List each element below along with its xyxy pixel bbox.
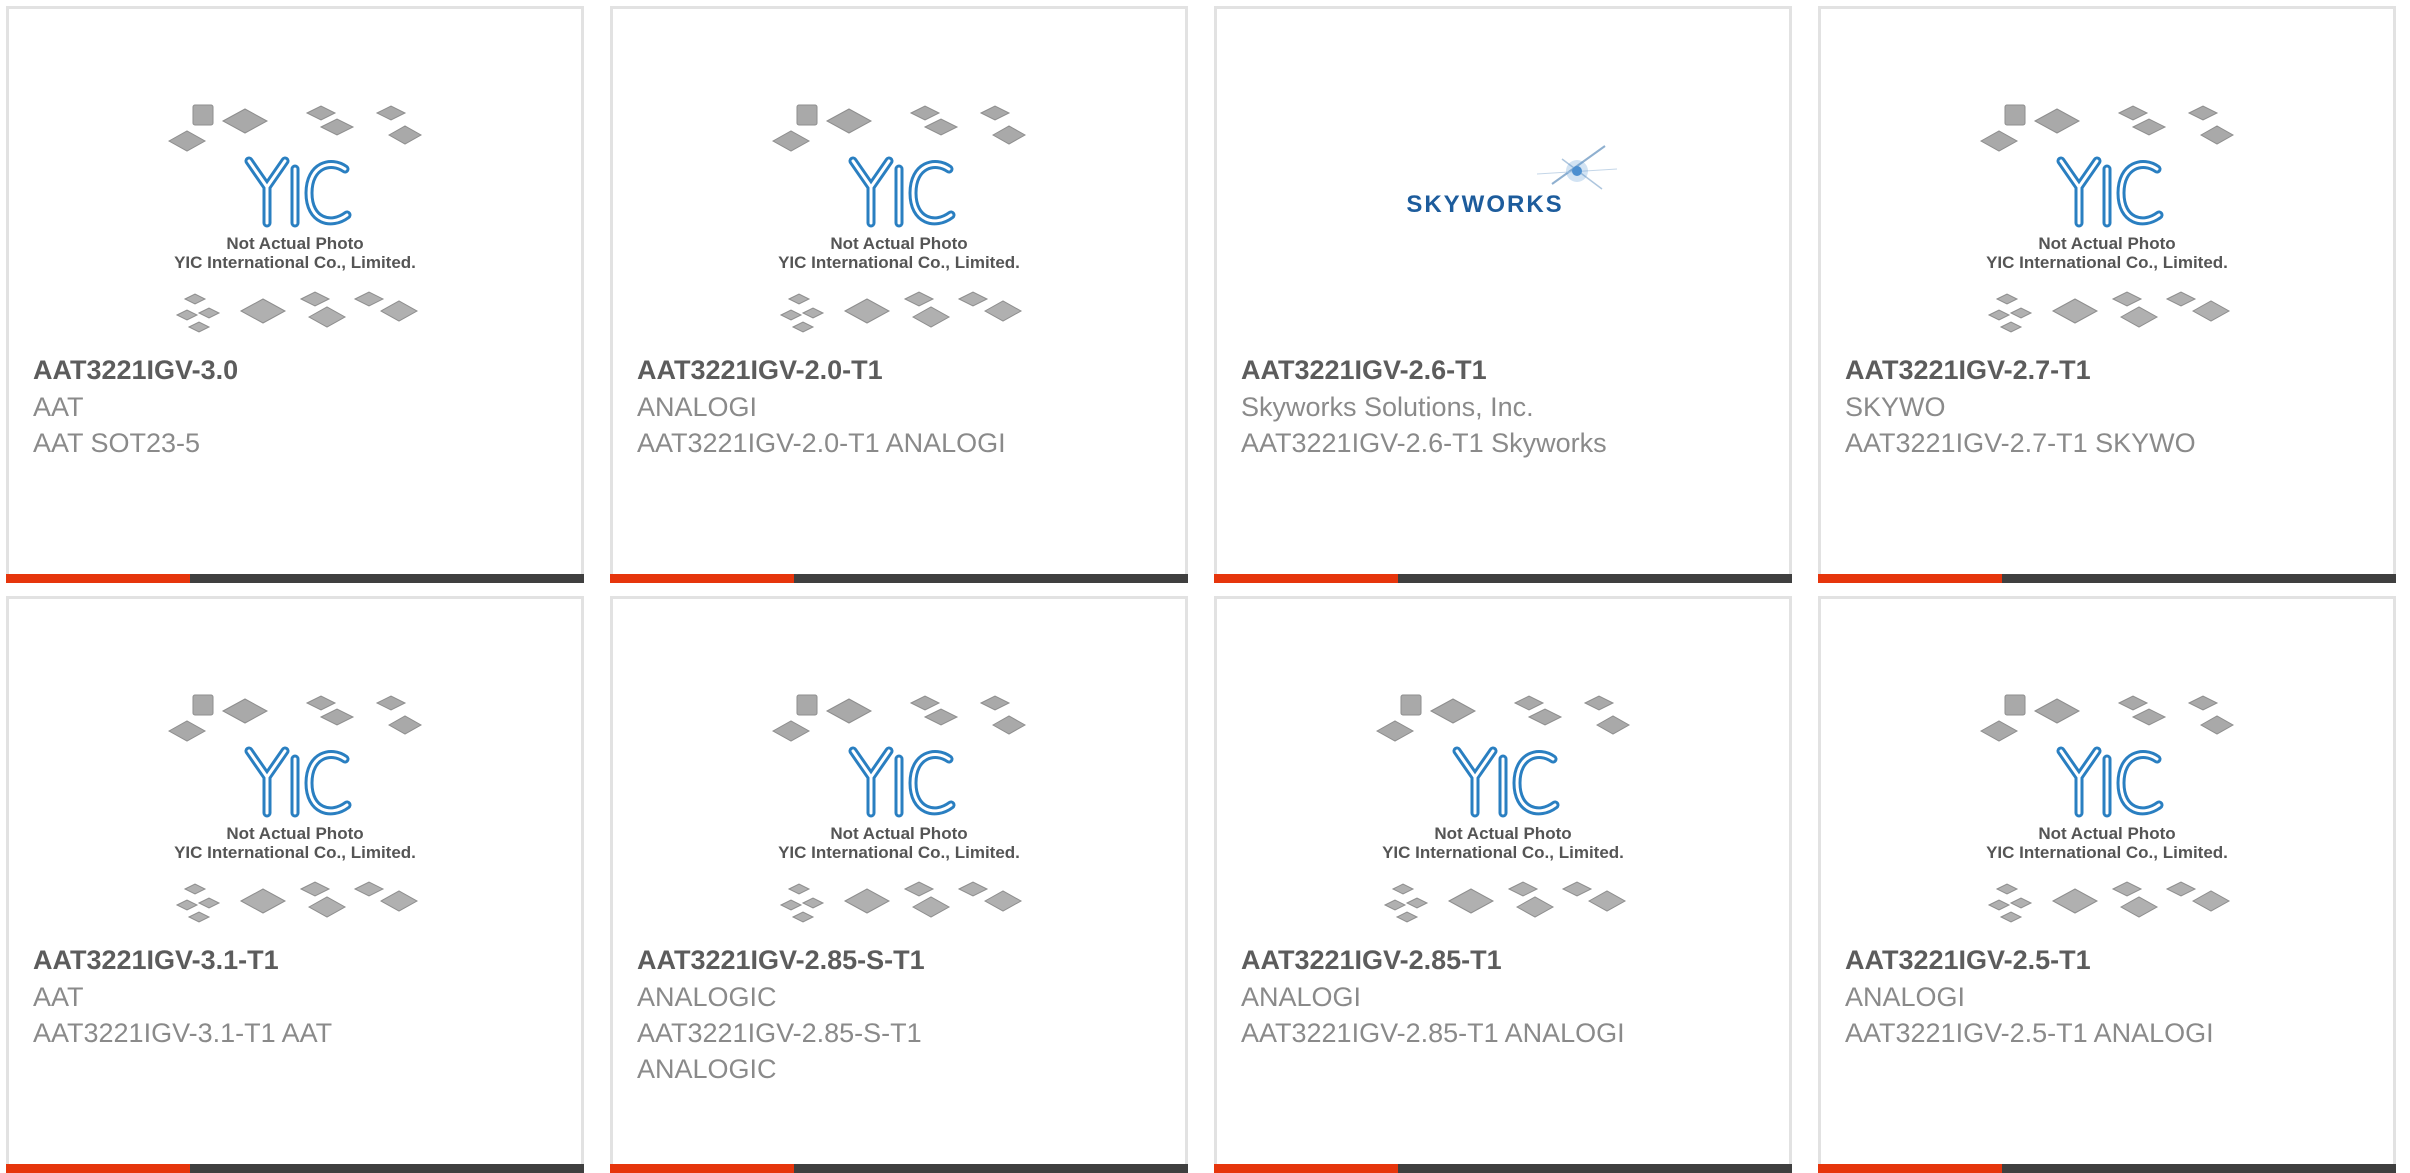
card-bottom-bar [1214,574,1792,583]
yic-placeholder-image: Not Actual Photo YIC International Co., … [1821,599,2399,939]
product-manufacturer: ANALOGI [1241,982,1362,1012]
product-description: AAT3221IGV-2.7-T1 SKYWO [1845,428,2196,458]
product-manufacturer: Skyworks Solutions, Inc. [1241,392,1534,422]
product-grid: Not Actual Photo YIC International Co., … [0,0,2410,1173]
product-part-number[interactable]: AAT3221IGV-2.85-T1 [1241,942,1769,978]
skyworks-star-icon [1536,145,1618,190]
yic-placeholder-image: Not Actual Photo YIC International Co., … [1217,599,1795,939]
svg-text:Not Actual Photo: Not Actual Photo [830,824,967,843]
svg-text:YIC International Co., Limited: YIC International Co., Limited. [174,843,416,862]
product-part-number[interactable]: AAT3221IGV-3.0 [33,352,561,388]
product-part-number[interactable]: AAT3221IGV-2.6-T1 [1241,352,1769,388]
card-accent-bar [610,574,794,583]
svg-text:Not Actual Photo: Not Actual Photo [2038,824,2175,843]
card-bottom-bar [1818,574,2396,583]
card-accent-bar [1214,574,1398,583]
svg-text:YIC International Co., Limited: YIC International Co., Limited. [1382,843,1624,862]
svg-text:YIC International Co., Limited: YIC International Co., Limited. [778,843,1020,862]
product-manufacturer: ANALOGI [1845,982,1966,1012]
product-card[interactable]: Not Actual Photo YIC International Co., … [6,6,584,583]
product-manufacturer: AAT [33,392,84,422]
svg-text:Not Actual Photo: Not Actual Photo [2038,234,2175,253]
product-description: AAT3221IGV-3.1-T1 AAT [33,1018,333,1048]
product-part-number[interactable]: AAT3221IGV-3.1-T1 [33,942,561,978]
card-bottom-bar [6,1164,584,1173]
product-description: AAT3221IGV-2.0-T1 ANALOGI [637,428,1006,458]
product-card[interactable]: Not Actual Photo YIC International Co., … [6,596,584,1173]
product-card[interactable]: Not Actual Photo YIC International Co., … [1818,6,2396,583]
product-description: AAT3221IGV-2.5-T1 ANALOGI [1845,1018,2214,1048]
product-part-number[interactable]: AAT3221IGV-2.5-T1 [1845,942,2373,978]
product-image[interactable]: Not Actual Photo YIC International Co., … [1821,9,2393,349]
yic-placeholder-image: Not Actual Photo YIC International Co., … [613,599,1191,939]
card-accent-bar [610,1164,794,1173]
product-card[interactable]: Not Actual Photo YIC International Co., … [1818,596,2396,1173]
svg-text:YIC International Co., Limited: YIC International Co., Limited. [1986,843,2228,862]
product-manufacturer: AAT [33,982,84,1012]
product-manufacturer: ANALOGI [637,392,758,422]
card-bottom-bar [6,574,584,583]
svg-text:Not Actual Photo: Not Actual Photo [1434,824,1571,843]
yic-placeholder-image: Not Actual Photo YIC International Co., … [1821,9,2399,349]
card-bottom-bar [610,1164,1188,1173]
svg-text:Not Actual Photo: Not Actual Photo [226,234,363,253]
product-card[interactable]: Not Actual Photo YIC International Co., … [1214,596,1792,1173]
svg-text:YIC International Co., Limited: YIC International Co., Limited. [778,253,1020,272]
product-manufacturer: ANALOGIC [637,982,777,1012]
yic-placeholder-image: Not Actual Photo YIC International Co., … [9,599,587,939]
card-accent-bar [6,574,190,583]
svg-text:YIC International Co., Limited: YIC International Co., Limited. [1986,253,2228,272]
product-part-number[interactable]: AAT3221IGV-2.7-T1 [1845,352,2373,388]
skyworks-logo-image: SKYWORKS [1406,145,1618,218]
product-part-number[interactable]: AAT3221IGV-2.0-T1 [637,352,1165,388]
product-image[interactable]: Not Actual Photo YIC International Co., … [1217,599,1789,939]
card-bottom-bar [610,574,1188,583]
product-image[interactable]: Not Actual Photo YIC International Co., … [1821,599,2393,939]
product-description: AAT SOT23-5 [33,428,201,458]
product-image[interactable]: Not Actual Photo YIC International Co., … [613,9,1185,349]
svg-text:SKYWORKS: SKYWORKS [1406,191,1563,218]
product-image[interactable]: SKYWORKS [1217,9,1789,349]
product-description: AAT3221IGV-2.6-T1 Skyworks [1241,428,1607,458]
card-bottom-bar [1214,1164,1792,1173]
product-description: AAT3221IGV-2.85-S-T1 ANALOGIC [637,1018,922,1084]
product-manufacturer: SKYWO [1845,392,1946,422]
product-image[interactable]: Not Actual Photo YIC International Co., … [9,599,581,939]
yic-placeholder-image: Not Actual Photo YIC International Co., … [613,9,1191,349]
product-part-number[interactable]: AAT3221IGV-2.85-S-T1 [637,942,1165,978]
card-accent-bar [1818,574,2002,583]
card-accent-bar [6,1164,190,1173]
product-image[interactable]: Not Actual Photo YIC International Co., … [613,599,1185,939]
product-card[interactable]: Not Actual Photo YIC International Co., … [610,596,1188,1173]
product-card[interactable]: SKYWORKS AAT3221IGV-2.6-T1 Skyworks Solu… [1214,6,1792,583]
card-accent-bar [1818,1164,2002,1173]
svg-text:YIC International Co., Limited: YIC International Co., Limited. [174,253,416,272]
product-image[interactable]: Not Actual Photo YIC International Co., … [9,9,581,349]
product-description: AAT3221IGV-2.85-T1 ANALOGI [1241,1018,1625,1048]
svg-text:Not Actual Photo: Not Actual Photo [830,234,967,253]
product-card[interactable]: Not Actual Photo YIC International Co., … [610,6,1188,583]
yic-placeholder-image: Not Actual Photo YIC International Co., … [9,9,587,349]
svg-text:Not Actual Photo: Not Actual Photo [226,824,363,843]
card-bottom-bar [1818,1164,2396,1173]
card-accent-bar [1214,1164,1398,1173]
